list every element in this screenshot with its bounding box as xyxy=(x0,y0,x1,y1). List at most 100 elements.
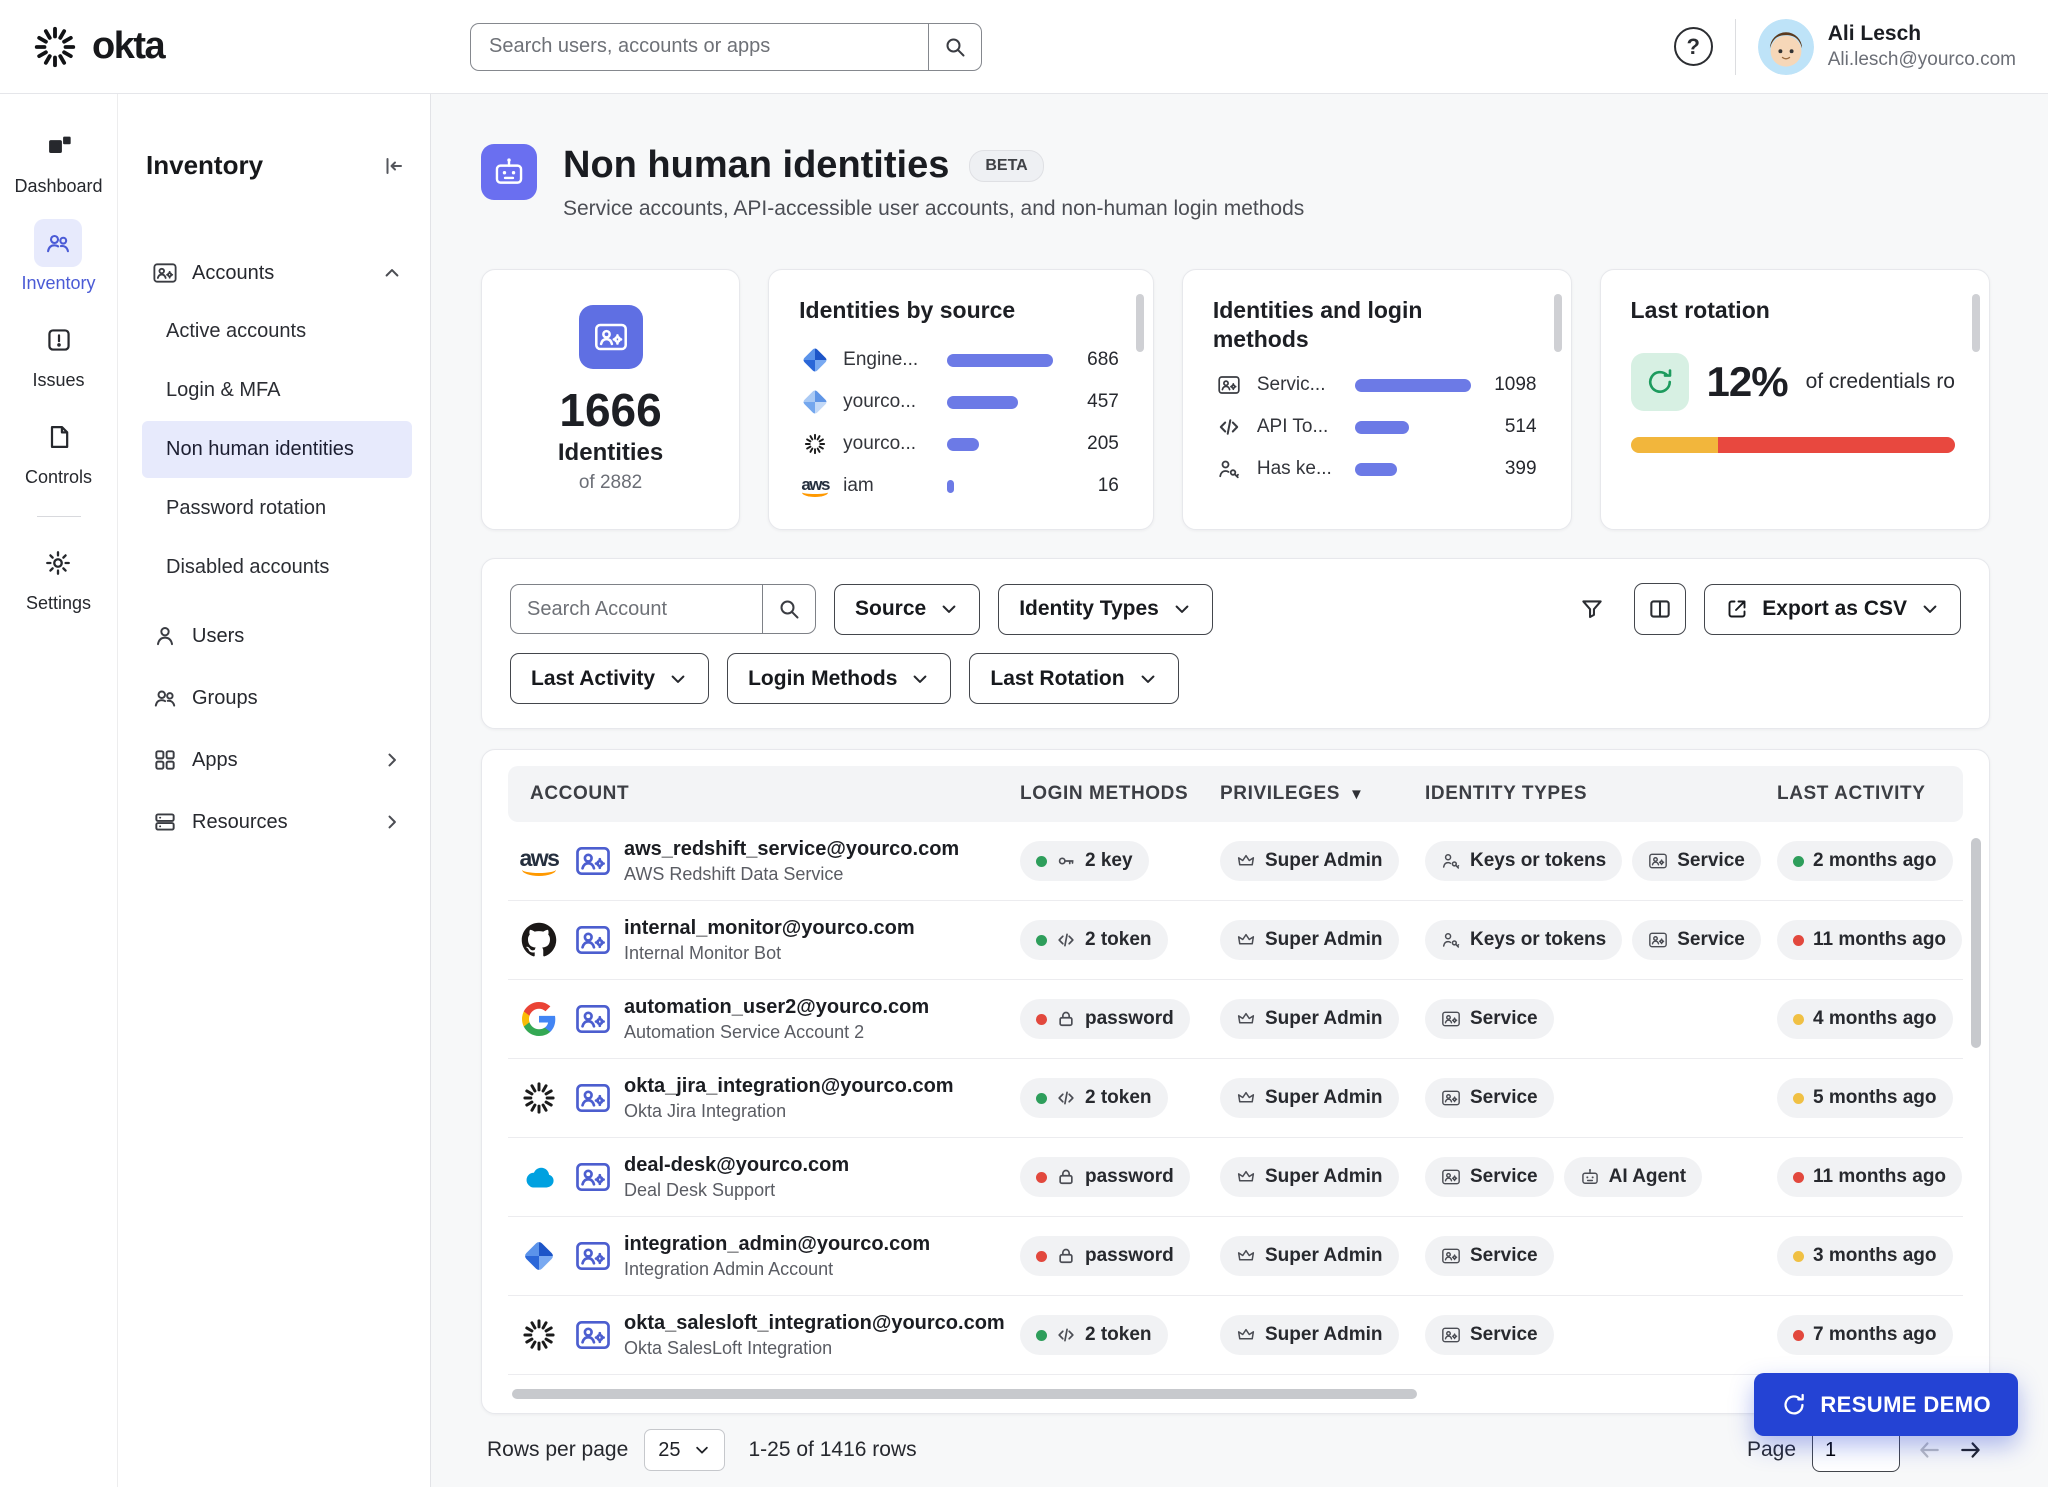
privilege-label: Super Admin xyxy=(1265,850,1383,871)
table-row[interactable]: aws aws_redshift_service@yourco.com AWS … xyxy=(508,822,1963,901)
table-row[interactable]: automation_user2@yourco.com Automation S… xyxy=(508,980,1963,1059)
topbar-divider xyxy=(1734,18,1736,75)
lock-icon xyxy=(1056,1167,1076,1187)
rows-per-page-select[interactable]: 25 xyxy=(644,1429,725,1471)
collapse-icon xyxy=(382,154,406,178)
status-dot xyxy=(1793,1329,1804,1341)
login-methods-filter-button[interactable]: Login Methods xyxy=(727,653,952,704)
identity-types-filter-button[interactable]: Identity Types xyxy=(998,583,1213,635)
issues-icon xyxy=(45,326,73,354)
activity-label: 11 months ago xyxy=(1813,929,1947,950)
sidebar-item-password-rotation[interactable]: Password rotation xyxy=(142,480,412,537)
account-search-button[interactable] xyxy=(762,584,816,634)
login-method-row: Has ke... 399 xyxy=(1213,454,1537,485)
card-scrollbar[interactable] xyxy=(1135,294,1144,352)
method-value: 399 xyxy=(1504,458,1537,479)
status-dot xyxy=(1793,1171,1804,1183)
service-account-icon xyxy=(574,842,612,880)
filter-icon-button[interactable] xyxy=(1568,585,1616,633)
page-robot-icon xyxy=(481,144,537,200)
source-filter-button[interactable]: Source xyxy=(834,583,981,635)
column-header-identity-types[interactable]: IDENTITY TYPES xyxy=(1411,783,1763,805)
card-title: Identities and login methods xyxy=(1212,297,1423,352)
user-menu[interactable]: Ali Lesch Ali.lesch@yourco.com xyxy=(1757,18,2016,75)
account-name: Internal Monitor Bot xyxy=(624,942,782,963)
card-last-rotation: Last rotation 12% of credentials ro xyxy=(1599,269,1990,530)
sidebar-item-login-mfa[interactable]: Login & MFA xyxy=(142,362,412,419)
help-button[interactable]: ? xyxy=(1673,27,1713,66)
source-bar xyxy=(947,395,1018,409)
login-method-label: 2 token xyxy=(1085,1087,1152,1108)
rail-item-issues[interactable]: Issues xyxy=(32,316,85,391)
settings-gear-icon xyxy=(44,549,72,577)
rail-item-inventory[interactable]: Inventory xyxy=(21,219,96,294)
status-dot xyxy=(1793,934,1804,946)
sidebar-item-apps[interactable]: Apps xyxy=(142,732,412,788)
card-scrollbar[interactable] xyxy=(1972,294,1980,352)
account-search-input[interactable] xyxy=(510,584,762,634)
identity-type-label: Service xyxy=(1470,1324,1538,1345)
resume-demo-button[interactable]: RESUME DEMO xyxy=(1754,1373,2018,1436)
rail-item-dashboard[interactable]: Dashboard xyxy=(14,122,103,197)
rail-label: Settings xyxy=(25,593,92,613)
identity-type-pill: Service xyxy=(1425,1157,1554,1197)
columns-icon-button[interactable] xyxy=(1634,583,1687,635)
sidebar-item-resources[interactable]: Resources xyxy=(142,794,412,850)
sort-desc-icon[interactable]: ▼ xyxy=(1349,786,1364,803)
service-icon xyxy=(1648,930,1668,950)
sidebar-item-users[interactable]: Users xyxy=(142,608,412,664)
global-search-input[interactable] xyxy=(470,22,928,71)
method-bar xyxy=(1354,462,1397,476)
identity-type-pill: Keys or tokens xyxy=(1425,841,1623,881)
table-row[interactable]: internal_monitor@yourco.com Internal Mon… xyxy=(508,901,1963,980)
vertical-scrollbar[interactable] xyxy=(1971,838,1981,1048)
next-page-button[interactable] xyxy=(1958,1437,1984,1463)
account-email: deal-desk@yourco.com xyxy=(624,1153,850,1176)
prev-page-button[interactable] xyxy=(1916,1437,1942,1463)
sidebar-item-non-human-identities[interactable]: Non human identities xyxy=(142,421,412,478)
table-row[interactable]: deal-desk@yourco.com Deal Desk Support p… xyxy=(508,1138,1963,1217)
collapse-sidebar-button[interactable] xyxy=(382,154,406,178)
card-scrollbar[interactable] xyxy=(1553,294,1562,352)
horizontal-scrollbar[interactable] xyxy=(512,1389,1417,1399)
activity-pill: 4 months ago xyxy=(1777,999,1953,1039)
source-label: yourco... xyxy=(843,391,917,413)
privilege-pill: Super Admin xyxy=(1220,1078,1399,1118)
table-row[interactable]: integration_admin@yourco.com Integration… xyxy=(508,1217,1963,1296)
identity-type-pill: Service xyxy=(1425,999,1554,1039)
column-header-last-activity[interactable]: LAST ACTIVITY xyxy=(1763,783,1963,805)
source-value: 16 xyxy=(1097,475,1119,497)
last-rotation-filter-button[interactable]: Last Rotation xyxy=(969,653,1179,704)
service-account-icon xyxy=(574,921,612,959)
activity-pill: 11 months ago xyxy=(1777,920,1963,960)
column-header-privileges[interactable]: PRIVILEGES ▼ xyxy=(1206,783,1411,805)
rail-item-controls[interactable]: Controls xyxy=(25,413,92,488)
export-csv-button[interactable]: Export as CSV xyxy=(1704,583,1961,635)
column-header-account[interactable]: ACCOUNT xyxy=(508,783,1006,805)
column-header-login-methods[interactable]: LOGIN METHODS xyxy=(1006,783,1206,805)
aws-logo: aws xyxy=(799,476,831,497)
login-method-label: password xyxy=(1085,1008,1174,1029)
service-account-icon xyxy=(574,1079,612,1117)
sidebar-item-active-accounts[interactable]: Active accounts xyxy=(142,303,412,360)
status-dot xyxy=(1793,1013,1804,1025)
sidebar-item-disabled-accounts[interactable]: Disabled accounts xyxy=(142,539,412,596)
table-row[interactable]: okta_salesloft_integration@yourco.com Ok… xyxy=(508,1296,1963,1375)
sidebar-item-groups[interactable]: Groups xyxy=(142,670,412,726)
rail-item-settings[interactable]: Settings xyxy=(26,539,91,614)
rotation-icon xyxy=(1630,352,1689,411)
sidebar-item-label: Accounts xyxy=(192,261,275,284)
account-email: okta_salesloft_integration@yourco.com xyxy=(624,1311,1005,1334)
sidebar-item-accounts[interactable]: Accounts xyxy=(142,245,412,301)
last-activity-filter-button[interactable]: Last Activity xyxy=(510,653,710,704)
table-row[interactable]: okta_jira_integration@yourco.com Okta Ji… xyxy=(508,1059,1963,1138)
service-icon xyxy=(1213,373,1245,397)
apps-icon xyxy=(152,747,178,773)
privilege-label: Super Admin xyxy=(1265,1324,1383,1345)
status-dot xyxy=(1793,855,1804,867)
rows-per-page-value: 25 xyxy=(658,1438,681,1461)
code-icon xyxy=(1056,1088,1076,1108)
global-search-button[interactable] xyxy=(928,22,982,71)
page-title: Non human identities xyxy=(563,144,950,186)
service-account-icon xyxy=(574,1237,612,1275)
